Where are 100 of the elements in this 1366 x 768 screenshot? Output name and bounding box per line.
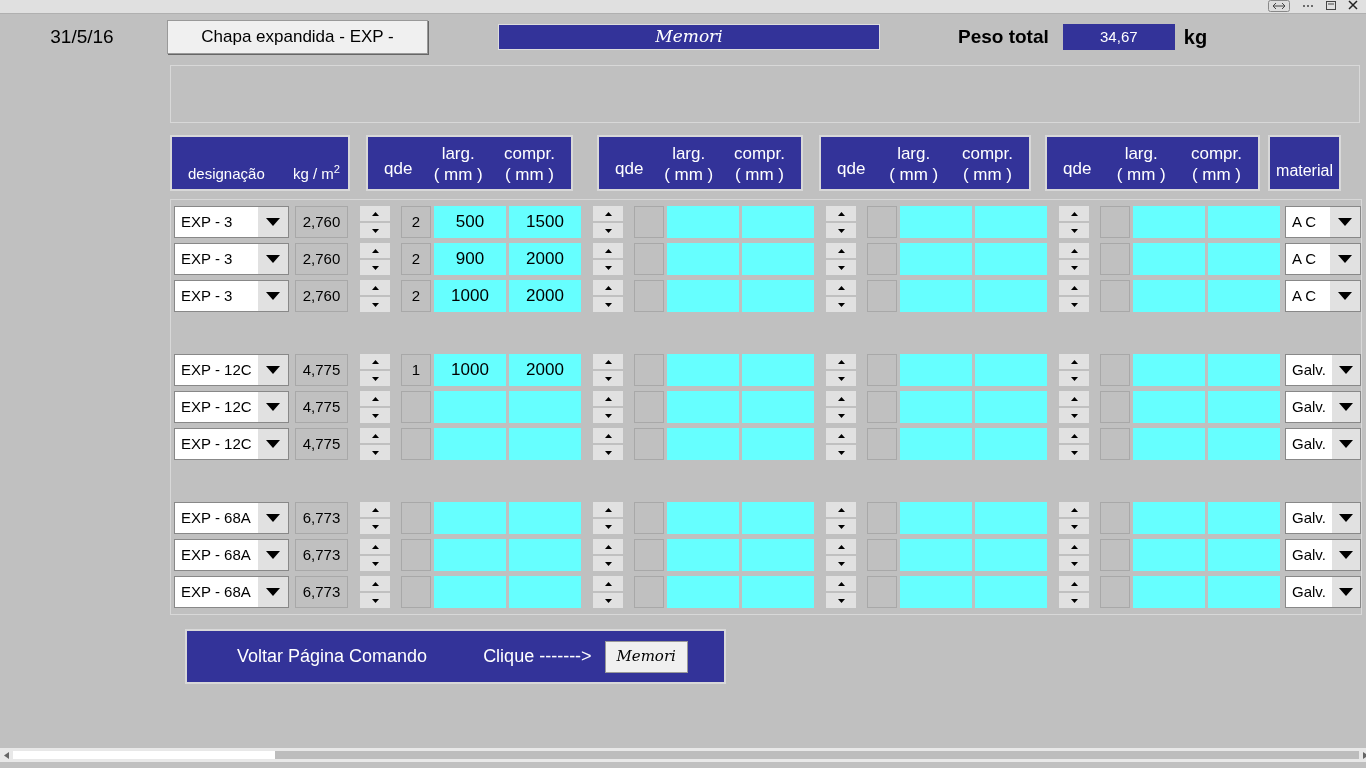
length-input[interactable]	[975, 391, 1047, 423]
width-input[interactable]	[667, 502, 739, 534]
length-input[interactable]	[742, 206, 814, 238]
spin-button[interactable]	[593, 280, 623, 312]
length-input[interactable]	[1208, 576, 1280, 608]
spin-button[interactable]	[593, 206, 623, 238]
dropdown-toggle[interactable]	[1331, 503, 1360, 533]
quantity-cell[interactable]	[634, 576, 664, 608]
length-input[interactable]	[509, 391, 581, 423]
quantity-cell[interactable]	[634, 206, 664, 238]
quantity-cell[interactable]	[634, 243, 664, 275]
spin-button[interactable]	[360, 502, 390, 534]
length-input[interactable]	[742, 354, 814, 386]
quantity-cell[interactable]	[634, 391, 664, 423]
length-input[interactable]	[742, 280, 814, 312]
width-input[interactable]	[900, 502, 972, 534]
spin-button[interactable]	[826, 206, 856, 238]
dropdown[interactable]: EXP - 12C	[174, 354, 289, 386]
restore-icon[interactable]	[1326, 0, 1336, 10]
dropdown[interactable]: EXP - 12C	[174, 428, 289, 460]
width-input[interactable]: 1000	[434, 280, 506, 312]
spin-button[interactable]	[826, 428, 856, 460]
spin-button[interactable]	[1059, 576, 1089, 608]
width-input[interactable]	[434, 539, 506, 571]
spin-button[interactable]	[360, 354, 390, 386]
dropdown[interactable]: EXP - 68A	[174, 576, 289, 608]
length-input[interactable]	[742, 243, 814, 275]
dropdown-toggle[interactable]	[1331, 355, 1360, 385]
quantity-cell[interactable]	[634, 428, 664, 460]
width-input[interactable]	[667, 206, 739, 238]
width-input[interactable]	[434, 428, 506, 460]
length-input[interactable]	[975, 280, 1047, 312]
dropdown-toggle[interactable]	[1330, 207, 1360, 237]
length-input[interactable]	[742, 502, 814, 534]
quantity-cell[interactable]	[401, 539, 431, 571]
spin-button[interactable]	[1059, 206, 1089, 238]
quantity-cell[interactable]: 2	[401, 280, 431, 312]
quantity-cell[interactable]: 2	[401, 206, 431, 238]
width-input[interactable]: 500	[434, 206, 506, 238]
width-input[interactable]	[900, 280, 972, 312]
length-input[interactable]	[1208, 206, 1280, 238]
memori-button[interactable]: Memori	[604, 640, 688, 673]
quantity-cell[interactable]	[867, 502, 897, 534]
length-input[interactable]: 2000	[509, 280, 581, 312]
quantity-cell[interactable]	[867, 206, 897, 238]
dropdown[interactable]: A C	[1285, 206, 1361, 238]
width-input[interactable]	[434, 576, 506, 608]
dropdown[interactable]: EXP - 3	[174, 206, 289, 238]
spin-button[interactable]	[360, 206, 390, 238]
length-input[interactable]	[509, 502, 581, 534]
dropdown-toggle[interactable]	[1331, 540, 1360, 570]
length-input[interactable]: 1500	[509, 206, 581, 238]
length-input[interactable]	[1208, 280, 1280, 312]
length-input[interactable]	[1208, 243, 1280, 275]
width-input[interactable]	[1133, 243, 1205, 275]
horizontal-scrollbar[interactable]	[0, 748, 1366, 762]
quantity-cell[interactable]	[401, 502, 431, 534]
dropdown-toggle[interactable]	[258, 503, 288, 533]
dropdown-toggle[interactable]	[1330, 244, 1360, 274]
dropdown-toggle[interactable]	[258, 392, 288, 422]
length-input[interactable]	[509, 576, 581, 608]
width-input[interactable]	[900, 354, 972, 386]
quantity-cell[interactable]	[1100, 206, 1130, 238]
length-input[interactable]: 2000	[509, 243, 581, 275]
width-input[interactable]	[1133, 354, 1205, 386]
length-input[interactable]	[509, 539, 581, 571]
width-input[interactable]	[667, 391, 739, 423]
spin-button[interactable]	[1059, 539, 1089, 571]
length-input[interactable]	[975, 428, 1047, 460]
dropdown-toggle[interactable]	[258, 355, 288, 385]
spin-button[interactable]	[1059, 280, 1089, 312]
spin-button[interactable]	[826, 243, 856, 275]
quantity-cell[interactable]	[1100, 539, 1130, 571]
width-input[interactable]	[667, 354, 739, 386]
quantity-cell[interactable]	[867, 243, 897, 275]
length-input[interactable]	[1208, 428, 1280, 460]
dropdown[interactable]: Galv.	[1285, 391, 1361, 423]
spin-button[interactable]	[1059, 391, 1089, 423]
spin-button[interactable]	[826, 391, 856, 423]
dropdown-toggle[interactable]	[1331, 429, 1360, 459]
width-input[interactable]	[667, 539, 739, 571]
spin-button[interactable]	[593, 354, 623, 386]
quantity-cell[interactable]	[634, 539, 664, 571]
dropdown[interactable]: EXP - 12C	[174, 391, 289, 423]
width-input[interactable]	[900, 206, 972, 238]
length-input[interactable]	[742, 391, 814, 423]
length-input[interactable]	[742, 576, 814, 608]
spin-button[interactable]	[593, 539, 623, 571]
width-input[interactable]	[900, 428, 972, 460]
width-input[interactable]	[667, 280, 739, 312]
length-input[interactable]	[975, 539, 1047, 571]
dropdown-toggle[interactable]	[258, 429, 288, 459]
quantity-cell[interactable]	[867, 539, 897, 571]
spin-button[interactable]	[593, 576, 623, 608]
dropdown-toggle[interactable]	[258, 540, 288, 570]
length-input[interactable]	[742, 428, 814, 460]
back-link[interactable]: Voltar Página Comando	[237, 643, 428, 670]
width-input[interactable]	[667, 576, 739, 608]
dropdown[interactable]: Galv.	[1285, 354, 1361, 386]
length-input[interactable]	[975, 243, 1047, 275]
